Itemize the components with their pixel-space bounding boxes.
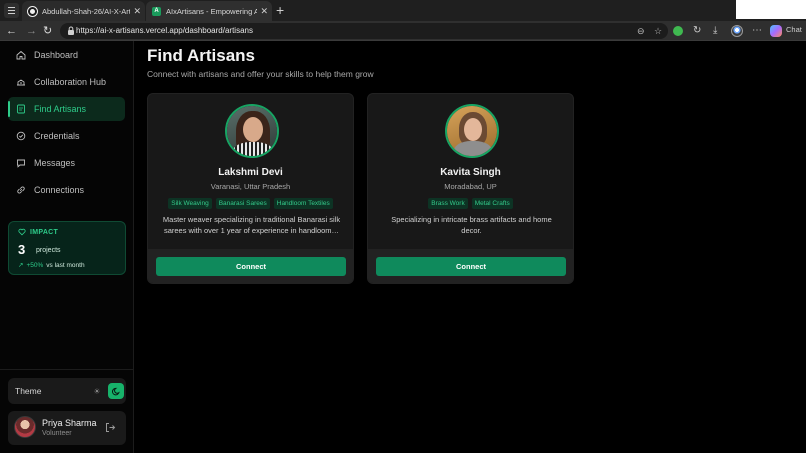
trend-up-icon: ↗ [18, 262, 24, 269]
sidebar-item-label: Dashboard [34, 50, 79, 60]
avatar [14, 416, 36, 438]
forward-arrow-icon[interactable]: → [26, 23, 37, 39]
aixartisans-favicon-icon: A [152, 6, 161, 16]
page-subtitle: Connect with artisans and offer your ski… [147, 69, 374, 79]
favorite-star-icon[interactable]: ☆ [654, 24, 662, 38]
connect-button[interactable]: Connect [156, 257, 346, 276]
sidebar-item-label: Connections [34, 185, 85, 195]
card-footer: Connect [148, 249, 353, 283]
artisan-location: Moradabad, UP [444, 182, 497, 191]
refresh-extension-icon[interactable]: ↻ [693, 23, 701, 39]
link-icon [16, 185, 26, 195]
sidebar: Dashboard Collaboration Hub Find Artisan… [0, 41, 134, 453]
impact-value: 3 [18, 242, 26, 257]
artisan-photo [225, 104, 279, 158]
heart-icon [18, 228, 26, 236]
artisan-name: Lakshmi Devi [218, 167, 283, 178]
browser-tab-github[interactable]: Abdullah-Shah-26/AI-X-Artisans: A ✕ [22, 1, 145, 21]
sidebar-item-credentials[interactable]: Credentials [8, 124, 125, 148]
chat-label[interactable]: Chat [786, 25, 802, 34]
browser-tab-strip: Abdullah-Shah-26/AI-X-Artisans: A ✕ A AI… [0, 0, 806, 21]
downloads-icon[interactable]: ⤓ [713, 23, 717, 39]
message-icon [16, 158, 26, 168]
profile-avatar-icon[interactable] [731, 25, 743, 37]
theme-switcher: Theme ☀ [8, 378, 126, 404]
copilot-icon[interactable] [770, 25, 782, 37]
app-root: Dashboard Collaboration Hub Find Artisan… [0, 41, 806, 453]
sidebar-item-connections[interactable]: Connections [8, 178, 125, 202]
window-controls-area [736, 0, 806, 19]
sidebar-item-dashboard[interactable]: Dashboard [8, 43, 125, 67]
impact-unit: projects [36, 247, 61, 254]
new-tab-plus-icon[interactable]: + [276, 2, 284, 18]
skill-tag: Brass Work [428, 198, 468, 209]
skill-tag: Metal Crafts [471, 198, 513, 209]
skill-tag: Silk Weaving [168, 198, 212, 209]
skill-tag: Handloom Textiles [273, 198, 333, 209]
impact-change-label: vs last month [46, 261, 85, 269]
sidebar-item-label: Credentials [34, 131, 80, 141]
moon-icon[interactable] [108, 383, 124, 399]
more-options-icon[interactable]: ⋯ [752, 23, 762, 39]
skill-tags: Brass Work Metal Crafts [368, 198, 573, 209]
impact-title: IMPACT [30, 228, 59, 236]
user-role: Volunteer [42, 430, 72, 437]
handshake-icon [16, 77, 26, 87]
sun-icon[interactable]: ☀ [90, 384, 104, 398]
reader-mode-icon[interactable]: ⊖ [637, 24, 645, 38]
tab-title: AIxArtisans - Empowering Artisans [166, 6, 258, 16]
page-title: Find Artisans [147, 46, 255, 65]
sidebar-item-label: Collaboration Hub [34, 77, 107, 87]
artisan-card: Lakshmi Devi Varanasi, Uttar Pradesh Sil… [147, 93, 354, 284]
card-footer: Connect [368, 249, 573, 283]
artisan-description: Specializing in intricate brass artifact… [391, 215, 552, 235]
artisan-description: Master weaver specializing in traditiona… [162, 215, 341, 235]
extension-icon[interactable] [673, 26, 683, 36]
artisan-card: Kavita Singh Moradabad, UP Brass Work Me… [367, 93, 574, 284]
sidebar-item-label: Messages [34, 158, 76, 168]
home-icon [16, 50, 26, 60]
user-profile[interactable]: Priya Sharma Volunteer [8, 411, 126, 445]
palette-icon [16, 104, 26, 114]
user-name: Priya Sharma [42, 418, 97, 428]
connect-button[interactable]: Connect [376, 257, 566, 276]
address-bar[interactable]: https://ai-x-artisans.vercel.app/dashboa… [60, 23, 668, 39]
badge-icon [16, 131, 26, 141]
close-tab-icon[interactable]: ✕ [260, 6, 268, 17]
browser-tab-aixartisans[interactable]: A AIxArtisans - Empowering Artisans ✕ [146, 1, 272, 21]
github-icon [28, 6, 37, 16]
browser-toolbar: ← → ↻ https://ai-x-artisans.vercel.app/d… [0, 21, 806, 41]
back-arrow-icon[interactable]: ← [6, 23, 17, 39]
sidebar-item-find-artisans[interactable]: Find Artisans [8, 97, 125, 121]
sidebar-item-messages[interactable]: Messages [8, 151, 125, 175]
close-tab-icon[interactable]: ✕ [133, 6, 141, 17]
sidebar-item-collaboration-hub[interactable]: Collaboration Hub [8, 70, 125, 94]
url-text: https://ai-x-artisans.vercel.app/dashboa… [76, 26, 253, 35]
sidebar-item-label: Find Artisans [34, 104, 87, 114]
theme-label: Theme [15, 386, 42, 396]
impact-change: +50% [26, 261, 44, 269]
lock-icon [68, 26, 74, 35]
skill-tag: Banarasi Sarees [215, 198, 270, 209]
sidebar-divider [0, 369, 134, 370]
tab-title: Abdullah-Shah-26/AI-X-Artisans: A [42, 6, 131, 16]
artisan-photo [445, 104, 499, 158]
impact-header: IMPACT [18, 228, 58, 236]
refresh-icon[interactable]: ↻ [43, 23, 52, 39]
artisan-location: Varanasi, Uttar Pradesh [210, 182, 291, 191]
artisan-name: Kavita Singh [440, 167, 501, 178]
skill-tags: Silk Weaving Banarasi Sarees Handloom Te… [148, 198, 353, 209]
logout-icon[interactable] [105, 422, 116, 433]
impact-trend: ↗ +50% vs last month [18, 261, 85, 270]
impact-card: IMPACT 3 projects ↗ +50% vs last month [8, 221, 126, 275]
tab-actions-menu-icon[interactable] [4, 3, 19, 18]
